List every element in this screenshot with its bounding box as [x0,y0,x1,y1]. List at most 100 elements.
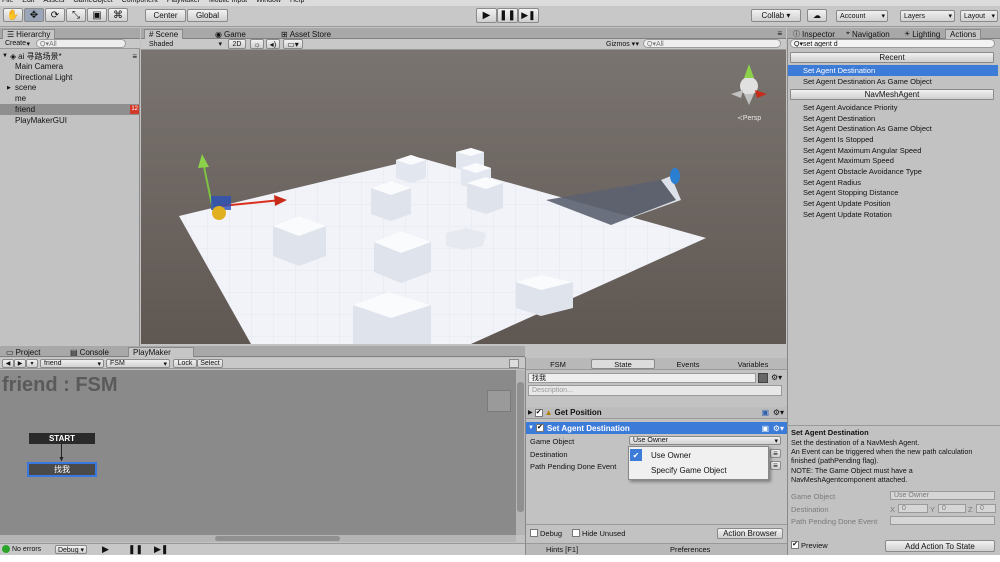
tab-navigation[interactable]: ⌖ Navigation [842,29,894,39]
toggle-2d-button[interactable]: 2D [228,39,246,49]
debug-dropdown[interactable]: Debug ▾ [55,545,87,554]
action-set-agent-destination-row[interactable]: ▼ ✔ Set Agent Destination ▣ ⚙▾ [526,422,787,434]
navmesh-category-header[interactable]: NavMeshAgent [790,89,994,100]
debug-pause-button[interactable]: ❚❚ [128,544,143,555]
navmesh-action-item[interactable]: Set Agent Update Position [803,198,993,209]
menu-file[interactable]: File [2,0,13,4]
state-name-input[interactable]: 找我 [528,373,756,383]
move-tool-button[interactable]: ✥ [24,8,44,22]
step-button[interactable]: ▶❚ [518,8,539,23]
fsm-back-button[interactable]: ◀ [2,359,14,368]
action-gear-icon[interactable]: ⚙▾ [773,408,784,417]
tab-hierarchy[interactable]: ☰ Hierarchy [2,29,56,39]
tab-lighting[interactable]: ☀ Lighting [900,29,944,39]
tab-asset-store[interactable]: ⊞ Asset Store [277,29,335,39]
shading-mode-dropdown[interactable]: Shaded [146,39,224,49]
preview-checkbox[interactable]: ✔ [791,541,799,549]
tab-scene[interactable]: # Scene [144,29,184,39]
layers-dropdown[interactable]: Layers [900,10,955,22]
recent-action-item[interactable]: Set Agent Destination As Game Object [803,76,993,87]
hide-unused-checkbox[interactable] [572,529,580,537]
navmesh-action-item[interactable]: Set Agent Destination [803,113,993,124]
hierarchy-search-input[interactable]: Q▾All [36,39,126,48]
fsm-forward-button[interactable]: ▶ [14,359,26,368]
collab-button[interactable]: Collab ▾ [751,9,801,22]
scene-viewport[interactable]: ≺Persp [141,50,786,344]
tab-console[interactable]: ▤ Console [66,347,113,357]
add-action-to-state-button[interactable]: Add Action To State [885,540,995,552]
enable-checkbox[interactable]: ✔ [534,408,543,417]
ppde-var-button[interactable]: ≡ [770,461,781,470]
menu-assets[interactable]: Assets [43,0,64,4]
tab-project[interactable]: ▭ Project [2,347,44,357]
hierarchy-item-friend[interactable]: friend 12 [0,103,140,115]
hierarchy-create-dropdown[interactable]: Create [2,39,32,48]
state-tab-variables[interactable]: Variables [721,359,785,369]
navmesh-action-item[interactable]: Set Agent Is Stopped [803,134,993,145]
state-settings-icon[interactable]: ⚙▾ [771,373,782,382]
recent-category-header[interactable]: Recent [790,52,994,63]
game-object-dropdown[interactable]: Use Owner [629,436,781,445]
transform-tool-button[interactable]: ⌘ [108,8,128,22]
tab-playmaker[interactable]: PlayMaker [128,347,194,357]
tab-inspector[interactable]: ⓘ Inspector [789,29,839,39]
preferences-button[interactable]: Preferences [670,545,710,554]
help-book-icon[interactable]: ▣ [761,408,769,417]
fsm-lock-button[interactable]: Lock [173,359,197,368]
navmesh-action-item[interactable]: Set Agent Radius [803,177,993,188]
cloud-button[interactable]: ☁ [807,9,827,22]
menu-help[interactable]: Help [290,0,304,4]
lighting-toggle-button[interactable]: ☼ [250,39,264,49]
fsm-select-button[interactable]: Select [197,359,223,368]
state-tab-fsm[interactable]: FSM [526,359,590,369]
dropdown-option-specify[interactable]: Specify Game Object [630,464,767,476]
navmesh-action-item[interactable]: Set Agent Avoidance Priority [803,102,993,113]
debug-step-button[interactable]: ▶❚ [154,544,168,555]
action-gear-icon[interactable]: ⚙▾ [773,424,784,433]
menu-mobile-input[interactable]: Mobile Input [209,0,247,4]
fsm-start-node[interactable]: START [29,433,95,444]
menu-edit[interactable]: Edit [22,0,34,4]
navmesh-action-item[interactable]: Set Agent Destination As Game Object [803,123,993,134]
hierarchy-item-playmakergui[interactable]: PlayMakerGUI [0,115,140,126]
layout-dropdown[interactable]: Layout [960,10,998,22]
scrollbar-thumb[interactable] [517,382,524,512]
debug-play-button[interactable]: ▶ [102,544,109,555]
pivot-global-button[interactable]: Global [187,9,228,22]
hierarchy-item-directional-light[interactable]: Directional Light [0,72,140,83]
hierarchy-scene-row[interactable]: ▼ ◈ ai 寻路场景* ≡ [0,51,140,61]
account-dropdown[interactable]: Account [836,10,888,22]
pause-button[interactable]: ❚❚ [497,8,518,23]
tab-actions[interactable]: Actions [945,29,982,39]
fsm-recent-button[interactable]: ▾ [26,359,38,368]
recent-action-item[interactable]: Set Agent Destination [803,65,993,76]
destination-var-button[interactable]: ≡ [770,449,781,458]
fsm-minimap-button[interactable] [487,390,511,412]
action-get-position-row[interactable]: ▶ ✔ ▲ Get Position ▣ ⚙▾ [526,407,787,419]
menu-window[interactable]: Window [256,0,281,4]
fsm-object-dropdown[interactable]: friend [40,359,104,368]
debug-checkbox[interactable] [530,529,538,537]
actions-search-input[interactable]: Q▾set agent d [790,39,995,48]
play-button[interactable]: ▶ [476,8,497,23]
hscroll-thumb[interactable] [215,536,340,541]
menu-playmaker[interactable]: PlayMaker [167,0,200,4]
tab-game[interactable]: ◉ Game [211,29,250,39]
menu-component[interactable]: Component [122,0,158,4]
enable-checkbox[interactable]: ✔ [535,424,544,432]
hints-button[interactable]: Hints [F1] [546,545,578,554]
effects-dropdown[interactable]: ▭▾ [283,39,303,49]
hierarchy-item-scene[interactable]: ▶ scene [0,82,140,93]
state-description-input[interactable]: Description... [528,385,782,396]
fsm-state-node[interactable]: 找我 [27,462,97,477]
help-book-icon[interactable]: ▣ [761,424,769,433]
rotate-tool-button[interactable]: ⟳ [45,8,65,22]
fsm-settings-icon[interactable] [509,359,519,368]
state-color-button[interactable] [758,373,768,383]
fsm-badge[interactable]: 12 [130,104,139,114]
action-browser-button[interactable]: Action Browser [717,528,783,539]
navmesh-action-item[interactable]: Set Agent Update Rotation [803,209,993,220]
audio-toggle-button[interactable]: ◂) [266,39,280,49]
scene-search-input[interactable]: Q▾All [643,39,781,48]
navmesh-action-item[interactable]: Set Agent Maximum Speed [803,156,993,167]
